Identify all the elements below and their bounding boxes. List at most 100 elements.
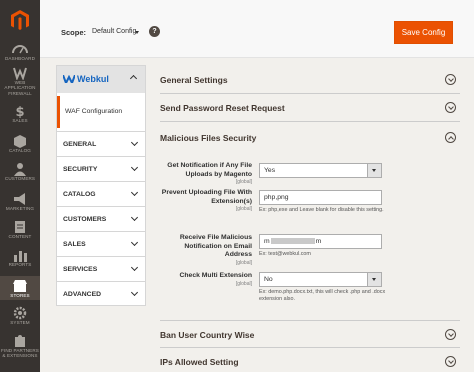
- nav-customers[interactable]: Customers: [0, 162, 40, 184]
- tab-label: Services: [63, 266, 98, 273]
- webkul-brand: Webkul: [77, 74, 109, 84]
- scope-label: Scope:: [61, 28, 87, 37]
- nav-stores[interactable]: Stores: [0, 276, 40, 300]
- webkul-logo-icon: [63, 75, 75, 83]
- scope-note: [global]: [235, 206, 252, 212]
- magento-logo-icon[interactable]: [9, 9, 31, 31]
- redacted-text: [270, 238, 315, 245]
- nav-label: System: [10, 320, 30, 325]
- caret-down-icon: [367, 164, 381, 177]
- multi-extension-select[interactable]: No: [259, 272, 382, 287]
- notification-select[interactable]: Yes: [259, 163, 382, 178]
- scope-switcher[interactable]: Default Config: [92, 28, 136, 35]
- nav-label: Catalog: [9, 148, 31, 153]
- nav-label: Stores: [10, 293, 30, 298]
- prevent-extensions-input[interactable]: php,png: [259, 190, 382, 205]
- dollar-icon: $: [15, 105, 24, 118]
- nav-label: Marketing: [5, 206, 35, 211]
- multi-ext-note: Ex: demo.php.docx.txt, this will check .…: [259, 289, 386, 302]
- caret-down-icon: [367, 273, 381, 286]
- nav-dashboard[interactable]: Dashboard: [0, 42, 40, 64]
- nav-label: Customers: [4, 176, 36, 181]
- gear-icon: [13, 306, 27, 320]
- tab-label: Security: [63, 166, 98, 173]
- nav-label: Web Application Firewall: [4, 80, 36, 96]
- tab-advanced[interactable]: Advanced: [57, 281, 145, 306]
- dashboard-icon: [12, 45, 28, 54]
- notification-label: Get Notification if Any File Uploads by …: [167, 162, 252, 178]
- tab-label: Catalog: [63, 191, 96, 198]
- svg-text:$: $: [15, 105, 24, 118]
- prevent-label: Prevent Uploading File With Extension(s): [161, 189, 252, 205]
- expand-toggle-icon[interactable]: [445, 329, 456, 340]
- tab-services[interactable]: Services: [57, 256, 145, 281]
- nav-sales[interactable]: $ Sales: [0, 104, 40, 126]
- section-title: Ban User Country Wise: [160, 330, 255, 340]
- tab-sales[interactable]: Sales: [57, 231, 145, 256]
- expand-toggle-icon[interactable]: [445, 102, 456, 113]
- waf-icon: [13, 67, 27, 80]
- tab-webkul[interactable]: Webkul: [57, 66, 145, 93]
- section-password-reset[interactable]: Send Password Reset Request: [160, 94, 460, 122]
- content-icon: [15, 221, 25, 233]
- bar-chart-icon: [14, 251, 27, 262]
- receive-label: Receive File Malicious Notification on E…: [179, 234, 252, 258]
- tab-label: WAF Configuration: [65, 108, 123, 115]
- cube-icon: [14, 135, 26, 148]
- section-ban-country[interactable]: Ban User Country Wise: [160, 320, 460, 348]
- person-icon: [14, 163, 26, 176]
- tab-security[interactable]: Security: [57, 156, 145, 181]
- page-actions-bar: Scope: Default Config ? Save Config: [40, 0, 474, 58]
- tab-label: Advanced: [63, 291, 102, 298]
- input-value: php,png: [264, 194, 289, 201]
- save-config-button[interactable]: Save Config: [394, 21, 453, 44]
- tab-label: General: [63, 141, 97, 148]
- section-title: Send Password Reset Request: [160, 103, 285, 113]
- nav-partners[interactable]: Find Partners & Extensions: [0, 334, 40, 364]
- expand-toggle-icon[interactable]: [445, 74, 456, 85]
- scope-note: [global]: [235, 260, 252, 266]
- section-title: IPs Allowed Setting: [160, 357, 239, 367]
- tab-general[interactable]: General: [57, 131, 145, 156]
- multi-ext-label: Check Multi Extension: [179, 272, 252, 279]
- nav-label: Find Partners & Extensions: [1, 348, 39, 359]
- chevron-down-icon: [130, 263, 139, 272]
- nav-marketing[interactable]: Marketing: [0, 192, 40, 214]
- section-title: Malicious Files Security: [160, 133, 257, 143]
- expand-toggle-icon[interactable]: [445, 356, 456, 367]
- tab-catalog[interactable]: Catalog: [57, 181, 145, 206]
- chevron-down-icon: [130, 163, 139, 172]
- tab-label: Sales: [63, 241, 86, 248]
- scope-note: [global]: [235, 179, 252, 185]
- nav-system[interactable]: System: [0, 306, 40, 328]
- nav-catalog[interactable]: Catalog: [0, 134, 40, 156]
- config-tabs: Webkul WAF Configuration General Securit…: [56, 65, 146, 306]
- prevent-note: Ex: php,exe and Leave blank for disable …: [259, 207, 384, 213]
- input-value-prefix: m: [264, 238, 270, 245]
- megaphone-icon: [14, 193, 25, 205]
- chevron-down-icon: [130, 288, 139, 297]
- chevron-down-icon: [130, 138, 139, 147]
- caret-down-icon[interactable]: [135, 31, 139, 34]
- nav-reports[interactable]: Reports: [0, 248, 40, 270]
- select-value: No: [264, 276, 273, 283]
- nav-label: Content: [8, 234, 32, 239]
- tab-waf-configuration[interactable]: WAF Configuration: [57, 96, 145, 128]
- receive-note: Ex: test@webkul.com: [259, 251, 311, 257]
- section-ips-allowed[interactable]: IPs Allowed Setting: [160, 348, 460, 372]
- chevron-down-icon: [130, 213, 139, 222]
- collapse-toggle-icon[interactable]: [445, 132, 456, 143]
- question-icon[interactable]: ?: [149, 26, 160, 37]
- admin-menu: Dashboard Web Application Firewall $ Sal…: [0, 0, 40, 372]
- nav-waf[interactable]: Web Application Firewall: [0, 66, 40, 102]
- nav-label: Dashboard: [5, 56, 35, 61]
- tab-label: Customers: [63, 216, 107, 223]
- nav-content[interactable]: Content: [0, 220, 40, 242]
- section-general-settings[interactable]: General Settings: [160, 66, 460, 94]
- tab-customers[interactable]: Customers: [57, 206, 145, 231]
- scope-note: [global]: [235, 281, 252, 287]
- section-title: General Settings: [160, 75, 228, 85]
- notification-email-input[interactable]: mm: [259, 234, 382, 249]
- store-icon: [13, 280, 27, 292]
- section-malicious-files[interactable]: Malicious Files Security: [160, 124, 460, 152]
